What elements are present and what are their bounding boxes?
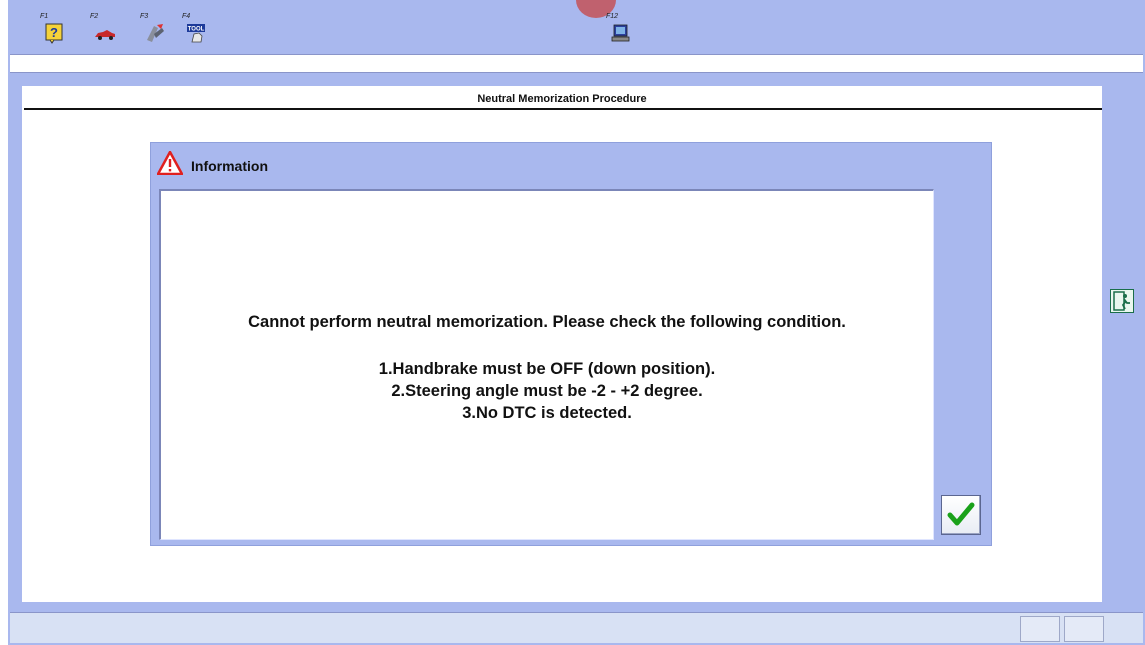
fkey-label: F2 xyxy=(90,13,99,20)
svg-text:?: ? xyxy=(50,25,58,40)
condition-item: 2.Steering angle must be -2 - +2 degree. xyxy=(391,382,703,400)
address-strip xyxy=(10,54,1143,73)
help-icon: ? xyxy=(45,23,63,44)
dialog-message: Cannot perform neutral memorization. Ple… xyxy=(248,313,846,331)
dialog-title: Information xyxy=(191,158,268,174)
fkey-label: F12 xyxy=(606,13,619,20)
vehicle-button[interactable]: F2 xyxy=(88,13,118,52)
dialog-message-box: Cannot perform neutral memorization. Ple… xyxy=(159,189,934,540)
status-cell xyxy=(1064,616,1104,642)
exit-icon xyxy=(1113,291,1130,311)
car-icon xyxy=(95,30,115,40)
fkey-label: F4 xyxy=(182,13,191,20)
toolbar: F1 ? F2 F3 F4 TOOL F12 xyxy=(8,0,1145,52)
condition-item: 1.Handbrake must be OFF (down position). xyxy=(378,360,716,378)
status-bar xyxy=(10,612,1143,643)
page-title: Neutral Memorization Procedure xyxy=(477,93,647,105)
diagnosis-button[interactable]: F3 xyxy=(138,13,168,52)
tool-button[interactable]: F4 TOOL xyxy=(180,13,210,52)
confirm-button[interactable] xyxy=(941,495,981,535)
diagnosis-icon xyxy=(147,24,164,42)
computer-icon xyxy=(611,24,630,42)
fkey-label: F3 xyxy=(140,13,149,20)
checkmark-icon xyxy=(947,502,975,526)
fkey-label: F1 xyxy=(40,13,49,20)
warning-icon xyxy=(157,151,183,175)
app-window: F1 ? F2 F3 F4 TOOL F12 Neutral Memorizat… xyxy=(8,0,1145,645)
condition-item: 3.No DTC is detected. xyxy=(462,404,632,422)
status-cell xyxy=(1020,616,1060,642)
computer-button[interactable]: F12 xyxy=(604,13,634,52)
main-content: Neutral Memorization Procedure Informati… xyxy=(22,86,1102,602)
information-dialog: Information Cannot perform neutral memor… xyxy=(150,142,992,546)
tool-icon-label: TOOL xyxy=(188,27,205,33)
exit-button[interactable] xyxy=(1110,289,1134,313)
help-button[interactable]: F1 ? xyxy=(38,13,68,52)
tool-icon: TOOL xyxy=(187,24,205,43)
title-divider xyxy=(24,108,1102,110)
condition-list: 1.Handbrake must be OFF (down position).… xyxy=(161,358,933,424)
